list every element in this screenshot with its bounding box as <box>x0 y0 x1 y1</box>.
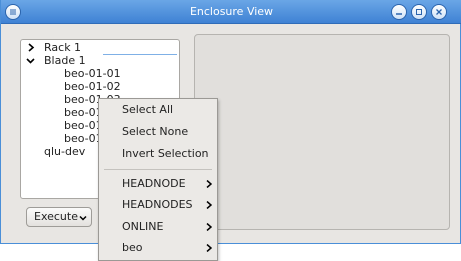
menu-item-select-none[interactable]: Select None <box>99 122 217 142</box>
tree-item-label: Rack 1 <box>44 41 82 54</box>
close-icon <box>436 9 442 15</box>
title-bar[interactable]: Enclosure View <box>1 0 461 24</box>
menu-item-headnodes[interactable]: HEADNODES <box>99 195 217 215</box>
execute-button[interactable]: Execute <box>26 207 92 227</box>
tree-item-blade[interactable]: Blade 1 <box>21 54 179 67</box>
tree-item-node[interactable]: beo-01-02 <box>21 80 179 93</box>
menu-item-label: beo <box>122 241 143 254</box>
menu-item-online[interactable]: ONLINE <box>99 217 217 237</box>
chevron-down-icon <box>79 215 87 221</box>
detail-panel <box>194 34 450 230</box>
menu-item-beo[interactable]: beo <box>99 238 217 258</box>
menu-item-label: Invert Selection <box>122 147 209 160</box>
maximize-icon <box>416 9 422 15</box>
tree-item-label: Blade 1 <box>44 54 86 67</box>
chevron-down-icon[interactable] <box>25 54 35 67</box>
context-menu: Select All Select None Invert Selection … <box>98 98 218 261</box>
menu-item-label: ONLINE <box>122 220 164 233</box>
tree-item-label: beo-01-01 <box>64 67 121 80</box>
minimize-icon <box>396 13 402 15</box>
enclosure-view-window: Enclosure View Rack 1 Blade 1 beo-01-01 … <box>0 0 461 244</box>
menu-separator <box>104 169 212 170</box>
menu-item-label: Select All <box>122 103 174 116</box>
chevron-right-icon[interactable] <box>26 41 36 54</box>
menu-item-invert-selection[interactable]: Invert Selection <box>99 144 217 164</box>
tree-item-rack[interactable]: Rack 1 <box>21 41 179 55</box>
minimize-button[interactable] <box>391 4 407 20</box>
chevron-right-icon <box>206 223 212 231</box>
chevron-right-icon <box>206 180 212 188</box>
menu-item-select-all[interactable]: Select All <box>99 100 217 120</box>
chevron-right-icon <box>206 244 212 252</box>
maximize-button[interactable] <box>411 4 427 20</box>
chevron-right-icon <box>206 201 212 209</box>
menu-item-headnode[interactable]: HEADNODE <box>99 174 217 194</box>
close-button[interactable] <box>431 4 447 20</box>
tree-item-label: beo-01-02 <box>64 80 121 93</box>
menu-item-label: HEADNODES <box>122 198 193 211</box>
menu-item-label: Select None <box>122 125 189 138</box>
menu-item-label: HEADNODE <box>122 177 186 190</box>
execute-button-label: Execute <box>34 210 78 223</box>
tree-item-node[interactable]: beo-01-01 <box>21 67 179 80</box>
tree-item-label: qlu-dev <box>44 145 86 158</box>
